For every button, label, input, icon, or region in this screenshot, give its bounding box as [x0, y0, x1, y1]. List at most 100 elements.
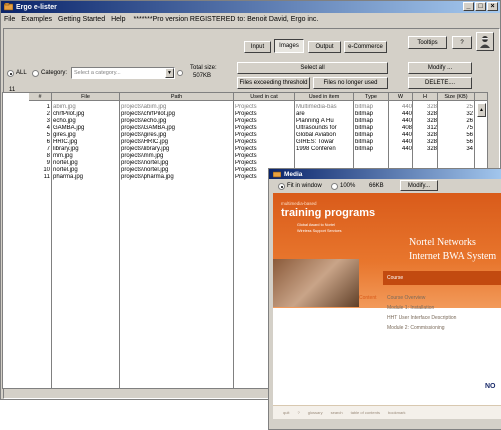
table-cell[interactable]: nortel.jpg — [53, 160, 119, 167]
column-header-width[interactable]: W — [389, 93, 413, 101]
table-cell[interactable]: bitmap — [355, 139, 387, 146]
table-cell[interactable]: Projects — [235, 118, 293, 125]
slide-nav-glossary[interactable]: glossary — [308, 410, 323, 415]
table-cell[interactable] — [439, 153, 473, 160]
table-cell[interactable]: abim.jpg — [53, 104, 119, 111]
table-cell[interactable]: Projects — [235, 104, 293, 111]
minimize-button[interactable]: _ — [463, 2, 474, 11]
category-radio[interactable] — [32, 70, 39, 77]
table-cell[interactable] — [390, 160, 412, 167]
files-exceeding-threshold-button[interactable]: Files exceeding threshold — [237, 77, 310, 89]
table-cell[interactable]: Projects — [235, 153, 293, 160]
tooltips-button[interactable]: Tooltips — [408, 36, 447, 49]
chevron-down-icon[interactable]: ▼ — [165, 68, 174, 78]
table-cell[interactable] — [296, 153, 352, 160]
zoom-100-radio[interactable] — [331, 183, 338, 190]
table-cell[interactable]: 408 — [390, 125, 412, 132]
table-cell[interactable]: 56 — [439, 132, 473, 139]
table-cell[interactable]: HRIC.jpg — [53, 139, 119, 146]
table-cell[interactable]: mm.jpg — [53, 153, 119, 160]
scroll-up-button[interactable]: ▲ — [477, 103, 486, 117]
table-cell[interactable]: bitmap — [355, 132, 387, 139]
tab-e-commerce[interactable]: e-Commerce — [344, 41, 387, 53]
table-cell[interactable]: Projects — [235, 146, 293, 153]
category-select[interactable]: Select a category... ▼ — [71, 67, 175, 79]
menu-examples[interactable]: Examples — [21, 16, 52, 23]
table-cell[interactable]: bitmap — [355, 104, 387, 111]
table-cell[interactable]: 32 — [439, 111, 473, 118]
column-header-path[interactable]: Path — [120, 93, 234, 101]
help-button[interactable]: ? — [452, 36, 472, 49]
table-cell[interactable] — [355, 160, 387, 167]
column-header-type[interactable]: Type — [354, 93, 389, 101]
table-cell[interactable]: 25 — [439, 104, 473, 111]
table-cell[interactable]: bitmap — [355, 111, 387, 118]
slide-nav-quit[interactable]: quit — [283, 410, 289, 415]
table-cell[interactable]: 34 — [439, 146, 473, 153]
table-cell[interactable]: 440 — [390, 146, 412, 153]
all-radio[interactable] — [7, 70, 14, 77]
menu-getting-started[interactable]: Getting Started — [58, 16, 105, 23]
table-cell[interactable]: Projects — [235, 160, 293, 167]
column-header-size[interactable]: Size (KB) — [438, 93, 475, 101]
table-cell[interactable]: projects\mm.jpg — [121, 153, 233, 160]
table-cell[interactable]: 75 — [439, 125, 473, 132]
column-header-used-in-item[interactable]: Used in item — [295, 93, 354, 101]
tab-output[interactable]: Output — [308, 41, 341, 53]
table-cell[interactable]: bitmap — [355, 146, 387, 153]
tab-input[interactable]: Input — [244, 41, 271, 53]
table-cell[interactable]: projects\echo.jpg — [121, 118, 233, 125]
table-cell[interactable]: 328 — [414, 111, 437, 118]
slide-nav-search[interactable]: search — [331, 410, 343, 415]
table-cell[interactable] — [296, 160, 352, 167]
select-all-button[interactable]: Select all — [237, 62, 388, 74]
table-cell[interactable]: 440 — [390, 104, 412, 111]
table-cell[interactable]: projects\GAMBA.jpg — [121, 125, 233, 132]
table-cell[interactable]: GAMBA.jpg — [53, 125, 119, 132]
table-cell[interactable]: Planning A Hu — [296, 118, 352, 125]
table-cell[interactable]: bitmap — [355, 118, 387, 125]
column-header-number[interactable]: # — [29, 93, 52, 101]
table-cell[interactable]: 440 — [390, 111, 412, 118]
table-cell[interactable]: 328 — [414, 104, 437, 111]
table-cell[interactable]: projects\nortel.jpg — [121, 160, 233, 167]
table-cell[interactable]: pharma.jpg — [53, 174, 119, 181]
fit-window-radio[interactable] — [278, 183, 285, 190]
table-cell[interactable]: 312 — [414, 125, 437, 132]
table-cell[interactable]: 1998 Conferen — [296, 146, 352, 153]
table-cell[interactable] — [390, 153, 412, 160]
table-cell[interactable]: 440 — [390, 139, 412, 146]
table-cell[interactable]: are — [296, 111, 352, 118]
menu-file[interactable]: File — [4, 16, 15, 23]
delete-button[interactable]: DELETE.... — [408, 77, 472, 89]
table-cell[interactable]: GIRES: Towar — [296, 139, 352, 146]
table-cell[interactable]: projects\library.jpg — [121, 146, 233, 153]
column-header-used-in-cat[interactable]: Used in cat — [234, 93, 295, 101]
slide-nav-toc[interactable]: table of contents — [351, 410, 380, 415]
close-button[interactable]: × — [487, 2, 498, 11]
table-cell[interactable]: Projects — [235, 132, 293, 139]
table-cell[interactable]: projects\gires.jpg — [121, 132, 233, 139]
media-modify-button[interactable]: Modify... — [400, 180, 438, 191]
table-cell[interactable]: Projects — [235, 111, 293, 118]
table-cell[interactable]: projects\HRIC.jpg — [121, 139, 233, 146]
table-cell[interactable]: projects\abim.jpg — [121, 104, 233, 111]
assistant-icon[interactable] — [476, 32, 494, 51]
table-cell[interactable] — [414, 160, 437, 167]
table-cell[interactable]: gires.jpg — [53, 132, 119, 139]
table-cell[interactable]: 26 — [439, 118, 473, 125]
table-cell[interactable]: 328 — [414, 132, 437, 139]
table-cell[interactable]: 328 — [414, 139, 437, 146]
table-cell[interactable]: Projects — [235, 139, 293, 146]
table-cell[interactable]: chrfPilot.jpg — [53, 111, 119, 118]
table-cell[interactable]: echo.jpg — [53, 118, 119, 125]
tab-images[interactable]: Images — [274, 39, 304, 53]
table-cell[interactable] — [414, 153, 437, 160]
maximize-button[interactable]: □ — [475, 2, 486, 11]
table-cell[interactable]: nortel.jpg — [53, 167, 119, 174]
table-cell[interactable] — [355, 153, 387, 160]
table-cell[interactable]: library.jpg — [53, 146, 119, 153]
table-cell[interactable]: Ultrasounds for — [296, 125, 352, 132]
column-header-height[interactable]: H — [413, 93, 438, 101]
table-cell[interactable]: 440 — [390, 132, 412, 139]
